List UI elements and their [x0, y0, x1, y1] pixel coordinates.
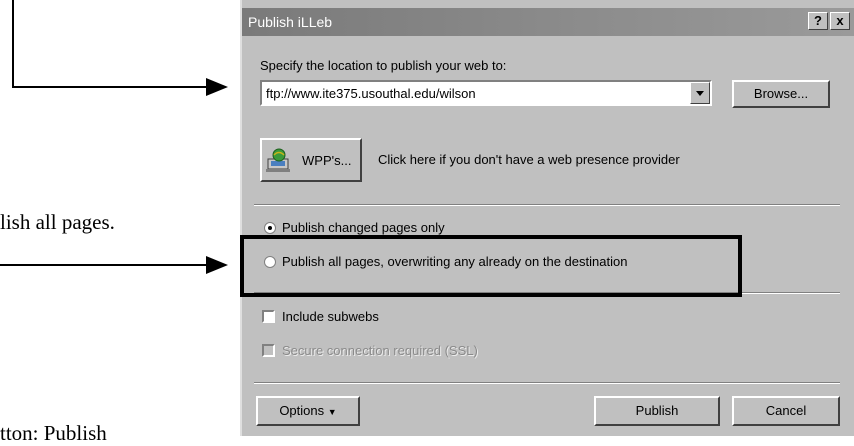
wpp-button[interactable]: WPP's... — [260, 138, 362, 182]
chevron-down-icon: ▼ — [327, 407, 337, 417]
document-text-button: tton: Publish — [0, 421, 107, 445]
arrow-line-vertical — [12, 0, 14, 88]
location-label: Specify the location to publish your web… — [260, 58, 507, 73]
browse-button[interactable]: Browse... — [732, 80, 830, 108]
highlight-box — [240, 235, 742, 297]
arrow-head-top — [206, 78, 228, 96]
document-text-pages: lish all pages. — [0, 210, 115, 234]
location-combobox[interactable]: ftp://www.ite375.usouthal.edu/wilson — [260, 80, 712, 106]
separator-top — [254, 204, 840, 206]
checkbox-secure-connection — [262, 344, 275, 357]
options-button[interactable]: Options ▼ — [256, 396, 360, 426]
chevron-down-icon[interactable] — [690, 82, 710, 104]
checkbox-include-subwebs[interactable] — [262, 310, 275, 323]
secure-connection-label: Secure connection required (SSL) — [282, 343, 478, 358]
wpp-label: WPP's... — [302, 153, 352, 168]
radio-publish-changed-label[interactable]: Publish changed pages only — [282, 220, 445, 235]
arrow-line-horizontal-bottom — [0, 264, 208, 266]
help-button[interactable]: ? — [808, 12, 828, 30]
dialog-title: Publish iLLeb — [248, 14, 333, 30]
wpp-hint: Click here if you don't have a web prese… — [378, 152, 680, 167]
publish-button[interactable]: Publish — [594, 396, 720, 426]
options-label: Options — [279, 403, 325, 418]
cancel-button[interactable]: Cancel — [732, 396, 840, 426]
close-button[interactable]: x — [830, 12, 850, 30]
include-subwebs-label[interactable]: Include subwebs — [282, 309, 379, 324]
arrow-line-horizontal-top — [12, 86, 208, 88]
radio-publish-changed[interactable] — [264, 222, 276, 234]
separator-bottom — [254, 382, 840, 384]
location-value: ftp://www.ite375.usouthal.edu/wilson — [266, 86, 476, 101]
title-bar: Publish iLLeb ? x — [242, 8, 854, 36]
globe-computer-icon — [266, 148, 290, 172]
publish-dialog: Publish iLLeb ? x Specify the location t… — [240, 0, 854, 436]
arrow-head-bottom — [206, 256, 228, 274]
